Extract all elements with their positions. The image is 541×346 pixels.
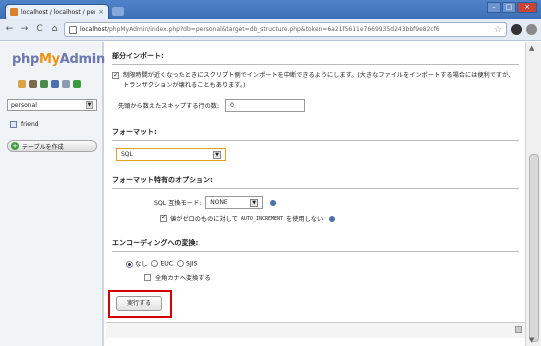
table-icon bbox=[10, 121, 17, 128]
partial-import-title: 部分インポート: bbox=[112, 51, 519, 65]
sql-icon[interactable] bbox=[40, 80, 48, 88]
plus-icon: + bbox=[11, 142, 19, 150]
execute-button[interactable]: 実行する bbox=[116, 296, 162, 311]
skip-rows-label: 先頭から数えたスキップする行の数: bbox=[118, 103, 220, 110]
bookmark-star-icon[interactable]: ☆ bbox=[494, 25, 502, 35]
no-auto-zero-checkbox[interactable] bbox=[160, 213, 167, 222]
home-button[interactable]: ⌂ bbox=[49, 24, 60, 35]
scroll-down-arrow-icon[interactable]: ▼ bbox=[529, 336, 534, 344]
create-table-label: テーブルを作成 bbox=[22, 143, 64, 151]
format-section: フォーマット: SQL ▼ bbox=[112, 127, 519, 161]
wrench-menu-icon[interactable] bbox=[526, 24, 537, 35]
format-select[interactable]: SQL ▼ bbox=[116, 148, 226, 161]
documentation-icon[interactable] bbox=[62, 80, 70, 88]
format-title: フォーマット: bbox=[112, 127, 519, 141]
encoding-title: エンコーディングへの変換: bbox=[112, 238, 519, 252]
encoding-section: エンコーディングへの変換: なし EUC SJIS 全角カナへ変換する bbox=[112, 238, 519, 282]
no-auto-zero-prefix: 値がゼロのものに対して bbox=[170, 216, 238, 223]
encoding-radio-euc[interactable] bbox=[151, 259, 159, 267]
encoding-option-none[interactable]: なし bbox=[126, 259, 147, 268]
new-tab-button[interactable] bbox=[112, 7, 124, 16]
window-controls: – □ × bbox=[487, 2, 537, 13]
navigation-frame: phpMyAdmin personal ▼ friend + テーブルを作成 bbox=[0, 42, 105, 346]
page-icon bbox=[69, 25, 77, 34]
table-list-item[interactable]: friend bbox=[10, 121, 39, 128]
forward-button[interactable]: → bbox=[19, 24, 30, 35]
chevron-down-icon: ▼ bbox=[250, 198, 259, 207]
scroll-up-arrow-icon[interactable]: ▲ bbox=[529, 44, 534, 52]
no-auto-zero-code: AUTO_INCREMENT bbox=[240, 215, 284, 222]
close-window-button[interactable]: × bbox=[517, 2, 537, 13]
encoding-option-sjis[interactable]: SJIS bbox=[177, 259, 198, 268]
minimize-button[interactable]: – bbox=[487, 2, 501, 13]
no-auto-zero-suffix: を使用しない bbox=[286, 216, 324, 223]
help-icon[interactable] bbox=[329, 215, 336, 222]
table-name: friend bbox=[21, 121, 39, 128]
back-button[interactable]: ← bbox=[4, 24, 15, 35]
bottom-bar bbox=[106, 322, 525, 338]
format-options-section: フォーマット特有のオプション: SQL 互換モード: NONE ▼ 値がゼロのも… bbox=[112, 175, 519, 223]
url-host: localhost bbox=[80, 26, 107, 33]
kana-label: 全角カナへ変換する bbox=[155, 275, 211, 282]
kana-checkbox[interactable] bbox=[144, 274, 151, 281]
encoding-option-none-label: なし bbox=[134, 261, 148, 268]
reload-nav-icon[interactable] bbox=[73, 80, 81, 88]
encoding-option-euc-label: EUC bbox=[160, 260, 174, 268]
database-select-value: personal bbox=[11, 101, 37, 109]
skip-rows-row: 先頭から数えたスキップする行の数: 0 bbox=[112, 99, 519, 112]
url-text[interactable]: localhost/phpMyAdmin/index.php?db=person… bbox=[80, 26, 491, 33]
address-bar[interactable]: localhost/phpMyAdmin/index.php?db=person… bbox=[64, 22, 507, 37]
maximize-button[interactable]: □ bbox=[502, 2, 516, 13]
reload-button[interactable]: C bbox=[34, 24, 45, 35]
create-table-button[interactable]: + テーブルを作成 bbox=[7, 140, 97, 152]
encoding-radio-row: なし EUC SJIS bbox=[126, 259, 519, 268]
nav-icon-row bbox=[18, 80, 81, 88]
tab-title: localhost / localhost / pers bbox=[21, 8, 96, 16]
encoding-radio-none[interactable] bbox=[126, 260, 133, 268]
compat-mode-row: SQL 互換モード: NONE ▼ bbox=[154, 196, 519, 209]
favicon-icon bbox=[10, 8, 18, 16]
skip-rows-input[interactable]: 0 bbox=[225, 99, 306, 112]
format-options-title: フォーマット特有のオプション: bbox=[112, 175, 519, 189]
query-window-icon[interactable] bbox=[29, 80, 37, 88]
interrupt-option: 制限時間が近くなったときにスクリプト側でインポートを中断できるようにします。(大… bbox=[112, 70, 519, 91]
kana-row: 全角カナへ変換する bbox=[144, 273, 519, 282]
format-select-value: SQL bbox=[121, 151, 133, 158]
query-window-corner-icon[interactable] bbox=[515, 326, 522, 333]
url-path: /phpMyAdmin/index.php?db=personal&target… bbox=[106, 26, 440, 33]
partial-import-section: 部分インポート: 制限時間が近くなったときにスクリプト側でインポートを中断できる… bbox=[112, 51, 519, 112]
chevron-down-icon: ▼ bbox=[86, 101, 93, 109]
home-icon[interactable] bbox=[18, 80, 26, 88]
browser-tab[interactable]: localhost / localhost / pers × bbox=[5, 4, 109, 19]
help-icon[interactable] bbox=[270, 199, 277, 206]
tab-close-icon[interactable]: × bbox=[98, 8, 104, 16]
phpmyadmin-logo[interactable]: phpMyAdmin bbox=[12, 52, 105, 67]
encoding-option-sjis-label: SJIS bbox=[186, 260, 198, 268]
database-select[interactable]: personal ▼ bbox=[7, 99, 97, 111]
scroll-thumb[interactable] bbox=[529, 154, 539, 342]
main-scrollbar[interactable]: ▲ ▼ bbox=[525, 42, 541, 346]
compat-mode-value: NONE bbox=[210, 199, 228, 206]
allow-interrupt-checkbox[interactable] bbox=[112, 70, 119, 80]
help-icon[interactable] bbox=[51, 80, 59, 88]
no-auto-zero-row: 値がゼロのものに対して AUTO_INCREMENT を使用しない bbox=[160, 213, 519, 223]
encoding-radio-sjis[interactable] bbox=[177, 259, 185, 267]
chevron-down-icon: ▼ bbox=[213, 150, 221, 159]
compat-mode-label: SQL 互換モード: bbox=[154, 200, 202, 207]
extension-icon[interactable] bbox=[511, 24, 522, 35]
encoding-option-euc[interactable]: EUC bbox=[151, 259, 174, 268]
compat-mode-select[interactable]: NONE ▼ bbox=[205, 196, 264, 209]
allow-interrupt-text: 制限時間が近くなったときにスクリプト側でインポートを中断できるようにします。(大… bbox=[123, 72, 515, 89]
browser-titlebar: localhost / localhost / pers × – □ × bbox=[0, 0, 541, 19]
browser-toolbar: ← → C ⌂ localhost/phpMyAdmin/index.php?d… bbox=[0, 19, 541, 41]
